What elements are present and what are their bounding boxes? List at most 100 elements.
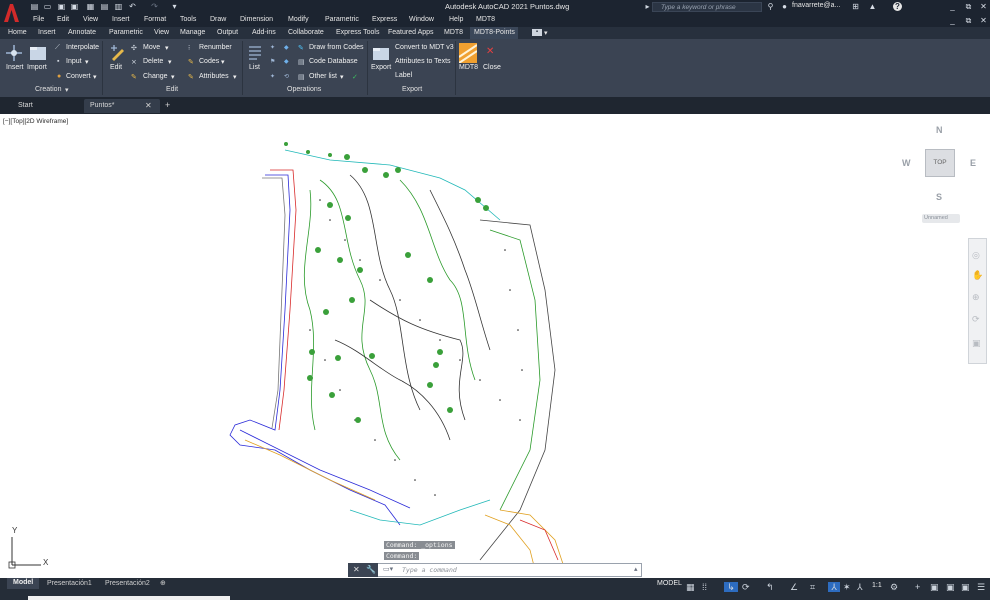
export-icon[interactable] bbox=[371, 44, 391, 62]
menu-mdt8[interactable]: MDT8 bbox=[476, 16, 495, 23]
command-input[interactable]: Type a command bbox=[402, 566, 457, 574]
workspace-icon[interactable]: ⚙ bbox=[890, 582, 898, 592]
restore-icon[interactable]: ⧉ bbox=[964, 2, 973, 11]
menu-help[interactable]: Help bbox=[449, 16, 463, 23]
recent-commands-icon[interactable]: ▭▾ bbox=[383, 565, 393, 573]
delete-dropdown-icon[interactable]: ▾ bbox=[168, 58, 172, 66]
change-dropdown-icon[interactable]: ▾ bbox=[171, 73, 175, 81]
draw-from-codes-button[interactable]: Draw from Codes bbox=[309, 44, 363, 51]
clean-screen-icon[interactable]: ▣ bbox=[961, 582, 970, 592]
plot-icon[interactable]: ▦ bbox=[86, 2, 95, 11]
ribbon-toggle-dropdown-icon[interactable]: ▾ bbox=[544, 29, 548, 37]
list-button[interactable]: List bbox=[249, 64, 260, 71]
close-x-icon[interactable]: ✕ bbox=[486, 46, 494, 57]
tab-add-ins[interactable]: Add-ins bbox=[252, 29, 276, 36]
close-tab-icon[interactable]: ✕ bbox=[145, 101, 152, 110]
menu-view[interactable]: View bbox=[83, 16, 98, 23]
tab-view[interactable]: View bbox=[154, 29, 169, 36]
tool-icon-1[interactable]: ✦ bbox=[270, 44, 275, 51]
codes-dropdown-icon[interactable]: ▾ bbox=[221, 58, 225, 66]
tab-featured-apps[interactable]: Featured Apps bbox=[388, 29, 434, 36]
search-input[interactable]: Type a keyword or phrase bbox=[652, 2, 762, 12]
model-space-toggle[interactable]: MODEL bbox=[657, 579, 682, 589]
steering-wheel-icon[interactable]: ◎ bbox=[972, 250, 980, 261]
orbit-icon[interactable]: ⟳ bbox=[972, 314, 980, 325]
tab-mdt8-points[interactable]: MDT8-Points bbox=[474, 29, 515, 36]
isodraft-icon[interactable]: ↰ bbox=[766, 582, 774, 592]
viewport-controls[interactable]: [−][Top][2D Wireframe] bbox=[3, 118, 68, 125]
attributes-dropdown-icon[interactable]: ▾ bbox=[233, 73, 237, 81]
check-icon[interactable]: ✓ bbox=[352, 73, 358, 81]
minimize-icon[interactable]: _ bbox=[948, 2, 957, 11]
menu-tools[interactable]: Tools bbox=[180, 16, 196, 23]
doc-restore-icon[interactable]: ⧉ bbox=[964, 16, 973, 25]
renumber-button[interactable]: Renumber bbox=[199, 44, 232, 51]
ucs-menu[interactable]: Unnamed bbox=[922, 214, 960, 223]
customize-command-icon[interactable]: 🔧 bbox=[366, 565, 376, 574]
annotation-scale-icon[interactable]: ⅄ bbox=[857, 582, 863, 592]
label-button[interactable]: Label bbox=[395, 72, 412, 79]
save-icon[interactable]: ▣ bbox=[57, 2, 66, 11]
compass-west[interactable]: W bbox=[902, 158, 911, 168]
polar-icon[interactable]: ⟳ bbox=[742, 582, 750, 592]
zoom-extents-icon[interactable]: ⊕ bbox=[972, 292, 980, 303]
insert-button[interactable]: Insert bbox=[6, 64, 24, 71]
save-as-icon[interactable]: ▣ bbox=[70, 2, 79, 11]
customization-icon[interactable]: ☰ bbox=[977, 582, 985, 592]
print-icon[interactable]: ▥ bbox=[114, 2, 123, 11]
code-database-button[interactable]: Code Database bbox=[309, 58, 358, 65]
creation-panel-title[interactable]: Creation bbox=[35, 86, 61, 93]
ribbon-toggle-icon[interactable]: ▪ bbox=[532, 29, 542, 36]
tab-annotate[interactable]: Annotate bbox=[68, 29, 96, 36]
export-button[interactable]: Export bbox=[371, 64, 391, 71]
tab-manage[interactable]: Manage bbox=[180, 29, 205, 36]
menu-edit[interactable]: Edit bbox=[57, 16, 69, 23]
import-button[interactable]: Import bbox=[27, 64, 47, 71]
undo-icon[interactable]: ↶ bbox=[128, 2, 137, 11]
menu-file[interactable]: File bbox=[33, 16, 44, 23]
tab-output[interactable]: Output bbox=[217, 29, 238, 36]
object-snap-tracking-icon[interactable]: ∠ bbox=[790, 582, 798, 592]
layout-tab-model[interactable]: Model bbox=[7, 578, 39, 589]
doc-tab-start[interactable]: Start bbox=[12, 99, 84, 113]
showmotion-icon[interactable]: ▣ bbox=[972, 338, 981, 349]
new-layout-icon[interactable]: ⊕ bbox=[160, 579, 166, 589]
list-icon[interactable] bbox=[247, 44, 263, 62]
input-dropdown-icon[interactable]: ▾ bbox=[85, 58, 89, 66]
menu-parametric[interactable]: Parametric bbox=[325, 16, 359, 23]
expand-search-icon[interactable]: ▸ bbox=[643, 2, 652, 11]
move-dropdown-icon[interactable]: ▾ bbox=[165, 44, 169, 52]
tool-icon-3[interactable]: ⚑ bbox=[270, 58, 275, 65]
input-button[interactable]: Input bbox=[66, 58, 82, 65]
doc-close-icon[interactable]: ✕ bbox=[979, 16, 988, 25]
interpolate-button[interactable]: Interpolate bbox=[66, 44, 99, 51]
osnap-icon[interactable]: ⌗ bbox=[810, 582, 815, 592]
menu-insert[interactable]: Insert bbox=[112, 16, 130, 23]
customize-qat-icon[interactable]: ▾ bbox=[170, 2, 179, 11]
sign-in-user[interactable]: fnavarrete@a... bbox=[792, 2, 840, 9]
auto-scale-icon[interactable]: ✶ bbox=[843, 582, 851, 592]
other-list-dropdown-icon[interactable]: ▾ bbox=[340, 73, 344, 81]
compass-north[interactable]: N bbox=[936, 125, 943, 135]
tab-parametric[interactable]: Parametric bbox=[109, 29, 143, 36]
snap-icon[interactable]: ⁞⁞ bbox=[702, 582, 707, 592]
convert-mdt-button[interactable]: Convert to MDT v3 bbox=[395, 44, 454, 51]
menu-modify[interactable]: Modify bbox=[288, 16, 309, 23]
mdt8-button[interactable]: MDT8 bbox=[459, 64, 478, 71]
import-icon[interactable] bbox=[28, 44, 48, 62]
menu-dimension[interactable]: Dimension bbox=[240, 16, 273, 23]
other-list-button[interactable]: Other list bbox=[309, 73, 337, 80]
hardware-acceleration-icon[interactable]: ▣ bbox=[946, 582, 955, 592]
change-button[interactable]: Change bbox=[143, 73, 168, 80]
close-command-icon[interactable]: ✕ bbox=[353, 565, 360, 574]
mdt8-logo-icon[interactable] bbox=[459, 43, 477, 63]
tab-home[interactable]: Home bbox=[8, 29, 27, 36]
redo-icon[interactable]: ↷ bbox=[150, 2, 159, 11]
search-icon[interactable]: ⚲ bbox=[766, 2, 775, 11]
close-button[interactable]: Close bbox=[483, 64, 501, 71]
attributes-button[interactable]: Attributes bbox=[199, 73, 229, 80]
attributes-to-texts-button[interactable]: Attributes to Texts bbox=[395, 58, 451, 65]
convert-button[interactable]: Convert bbox=[66, 73, 91, 80]
tool-icon-6[interactable]: ⟲ bbox=[284, 73, 289, 80]
help-icon[interactable]: ? bbox=[893, 2, 902, 11]
